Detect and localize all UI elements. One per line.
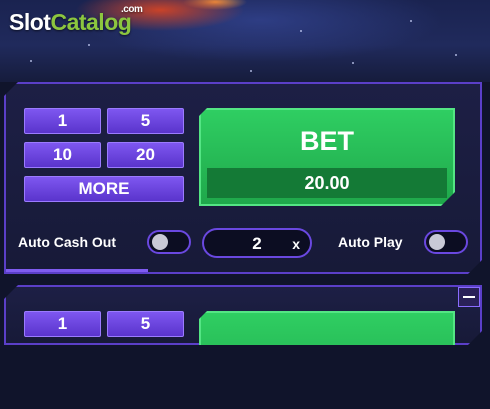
toggle-knob xyxy=(429,234,445,250)
watermark-suffix: .com xyxy=(121,4,143,15)
more-button[interactable]: MORE xyxy=(24,176,184,202)
minus-icon[interactable] xyxy=(458,287,480,307)
bet-amount: 20.00 xyxy=(207,168,447,198)
multiplier-suffix: x xyxy=(292,236,300,252)
toggle-knob xyxy=(152,234,168,250)
chip-button-10[interactable]: 10 xyxy=(24,142,101,168)
bet-panel-2: 1 5 xyxy=(4,285,482,345)
cashout-multiplier-input[interactable]: 2 x xyxy=(202,228,312,258)
chip-button-20[interactable]: 20 xyxy=(107,142,184,168)
chip-button-1[interactable]: 1 xyxy=(24,311,101,337)
auto-play-label: Auto Play xyxy=(338,234,403,250)
watermark-logo: SlotCatalog .com xyxy=(9,4,143,36)
bet-button[interactable]: BET 20.00 xyxy=(199,108,455,206)
panel-progress-bar xyxy=(6,269,148,272)
bet-panel-1: 1 5 10 20 MORE BET 20.00 Auto Cash Out 2… xyxy=(4,82,482,274)
watermark-part1: Slot xyxy=(9,9,51,35)
auto-play-toggle[interactable] xyxy=(424,230,468,254)
chip-button-5[interactable]: 5 xyxy=(107,311,184,337)
chip-button-1[interactable]: 1 xyxy=(24,108,101,134)
bet-label: BET xyxy=(300,126,354,156)
chip-button-5[interactable]: 5 xyxy=(107,108,184,134)
auto-cashout-toggle[interactable] xyxy=(147,230,191,254)
auto-cashout-label: Auto Cash Out xyxy=(18,234,116,250)
bet-button[interactable] xyxy=(199,311,455,409)
watermark-part2: Catalog xyxy=(50,9,132,35)
